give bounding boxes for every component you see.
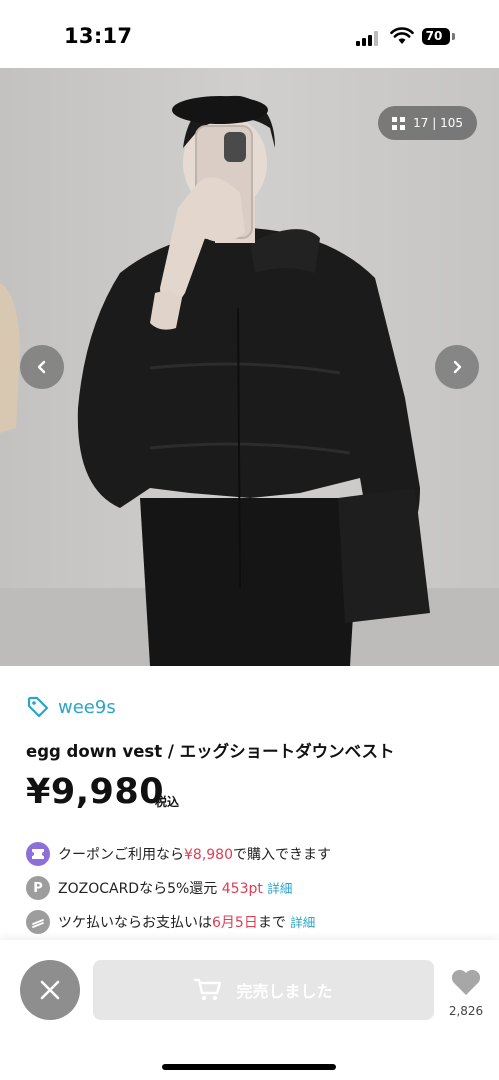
coupon-price: ¥8,980 (184, 847, 233, 863)
cellular-signal-icon (356, 30, 382, 46)
coupon-prefix: クーポンご利用なら (58, 847, 184, 863)
tsuke-prefix: ツケ払いならお支払いは (58, 915, 212, 931)
image-counter-text: 17 | 105 (413, 116, 463, 130)
tsuke-date: 6月5日 (212, 915, 258, 931)
product-image[interactable]: 17 | 105 (0, 68, 499, 666)
product-photo (0, 68, 499, 666)
brand-name: wee9s (58, 696, 116, 718)
image-counter: 17 | 105 (378, 106, 477, 140)
tsuke-promo: ツケ払いならお支払いは6月5日まで 詳細 (26, 910, 315, 934)
tsuke-icon (26, 910, 50, 934)
tag-icon (27, 696, 49, 718)
coupon-icon (26, 842, 50, 866)
zozocard-text: ZOZOCARDなら5%還元 (58, 881, 218, 897)
previous-image-button[interactable] (20, 345, 64, 389)
zozocard-icon: P (26, 876, 50, 900)
grid-icon[interactable] (392, 116, 406, 130)
status-time: 13:17 (64, 24, 133, 48)
tsuke-details-link[interactable]: 詳細 (290, 915, 315, 930)
coupon-promo[interactable]: クーポンご利用なら¥8,980で購入できます (26, 842, 331, 866)
coupon-suffix: で購入できます (233, 847, 331, 863)
next-image-button[interactable] (435, 345, 479, 389)
close-button[interactable] (20, 960, 80, 1020)
home-indicator (162, 1064, 336, 1070)
close-icon (40, 980, 60, 1000)
cart-icon (194, 978, 222, 1001)
battery-nub (452, 33, 455, 40)
favorite-button[interactable]: 2,826 (444, 968, 488, 1018)
zozocard-promo: P ZOZOCARDなら5%還元 453pt 詳細 (26, 876, 292, 900)
chevron-right-icon (453, 360, 462, 374)
battery-level: 70 (425, 29, 443, 43)
favorite-count: 2,826 (448, 1004, 484, 1018)
zozocard-details-link[interactable]: 詳細 (267, 881, 292, 896)
sold-out-label: 完売しました (236, 982, 333, 1001)
chevron-left-icon (37, 360, 46, 374)
heart-icon (451, 969, 481, 995)
tsuke-suffix: まで (257, 915, 286, 931)
bottom-action-bar: 完売しました 2,826 (0, 940, 499, 1080)
wifi-icon (390, 27, 414, 44)
brand-link[interactable]: wee9s (26, 695, 116, 719)
battery-icon: 70 (422, 28, 450, 45)
sold-out-button[interactable]: 完売しました (93, 960, 434, 1020)
tax-label: 税込 (155, 795, 180, 809)
status-bar: 13:17 70 (0, 0, 499, 68)
product-title: egg down vest / エッグショートダウンベスト (26, 742, 395, 761)
zozocard-points: 453pt (221, 881, 263, 897)
product-price: ¥9,980 (26, 772, 165, 812)
